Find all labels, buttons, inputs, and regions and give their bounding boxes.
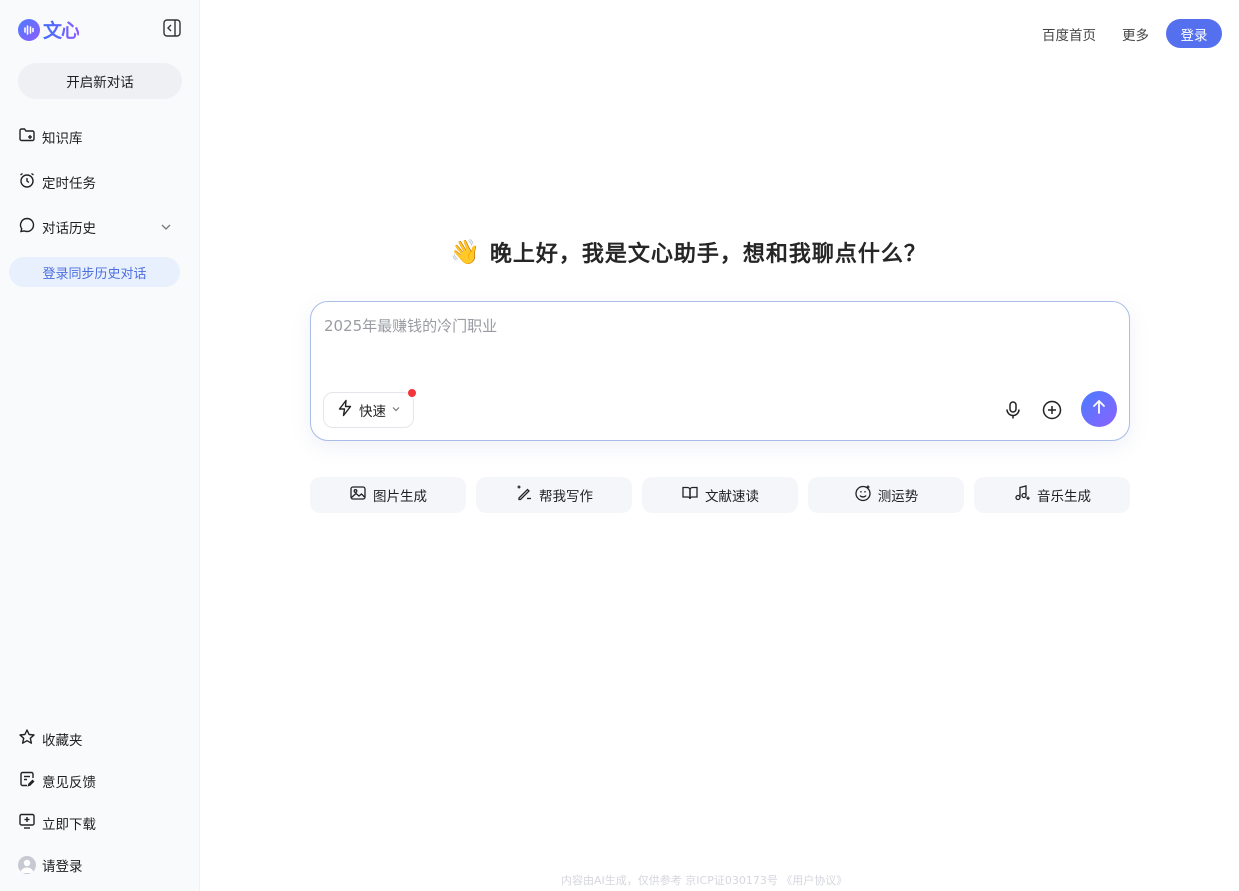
new-chat-button[interactable]: 开启新对话 [18,63,182,99]
baidu-home-link[interactable]: 百度首页 [1042,24,1096,44]
lightning-icon [336,399,354,421]
sidebar-item-label: 立即下载 [42,817,96,833]
notification-dot [408,389,416,397]
pen-sparkle-icon [515,484,533,506]
sidebar-item-label: 对话历史 [42,221,96,237]
book-icon [681,484,699,506]
sync-history-button[interactable]: 登录同步历史对话 [9,257,180,287]
sidebar-item-label: 请登录 [42,859,83,875]
chip-writing-help[interactable]: 帮我写作 [476,477,632,513]
chip-music-generation[interactable]: 音乐生成 [974,477,1130,513]
star-icon [18,728,36,750]
chip-label: 图片生成 [373,489,427,505]
send-button[interactable] [1081,391,1117,427]
sidebar-item-chat-history[interactable]: 对话历史 [18,216,96,238]
microphone-icon[interactable] [1002,399,1024,421]
chip-label: 文献速读 [705,489,759,505]
logo-icon [18,18,40,41]
waving-hand-icon: 👋 [450,238,480,266]
logo[interactable]: 文心 [18,16,80,43]
mode-selector-button[interactable]: 快速 [323,389,416,428]
collapse-sidebar-icon[interactable] [162,18,182,38]
sidebar-item-favorites[interactable]: 收藏夹 [18,728,83,750]
sidebar: 文心 开启新对话 知识库 定时任务 对话历史 登录同步历史对话 收藏夹 意见反馈… [0,0,200,891]
chip-label: 帮我写作 [539,489,593,505]
sidebar-item-label: 意见反馈 [42,775,96,791]
avatar-icon [18,856,36,874]
logo-text: 文心 [43,16,80,43]
chevron-down-icon [391,402,401,418]
feedback-icon [18,770,36,792]
quick-action-chips: 图片生成 帮我写作 文献速读 测运势 音乐生成 [310,477,1130,513]
footer-disclaimer: 内容由AI生成，仅供参考 京ICP证030173号 《用户协议》 [561,874,848,887]
sidebar-item-label: 收藏夹 [42,733,83,749]
fortune-face-icon [854,484,872,506]
login-button[interactable]: 登录 [1166,19,1222,48]
sidebar-item-download[interactable]: 立即下载 [18,812,96,834]
more-link[interactable]: 更多 [1122,24,1149,44]
sidebar-item-login[interactable]: 请登录 [18,854,83,876]
folder-plus-icon [18,126,36,148]
chip-fortune[interactable]: 测运势 [808,477,964,513]
greeting-text: 晚上好，我是文心助手，想和我聊点什么？ [489,242,927,267]
sidebar-item-knowledge-base[interactable]: 知识库 [18,126,83,148]
image-icon [349,484,367,506]
chip-label: 测运势 [877,489,919,505]
chip-literature-reading[interactable]: 文献速读 [642,477,798,513]
sidebar-item-label: 定时任务 [42,176,96,192]
chat-input-placeholder[interactable]: 2025年最赚钱的冷门职业 [324,315,497,336]
mode-label: 快速 [359,404,386,420]
sidebar-item-scheduled-tasks[interactable]: 定时任务 [18,171,96,193]
chip-image-generation[interactable]: 图片生成 [310,477,466,513]
sidebar-item-feedback[interactable]: 意见反馈 [18,770,96,792]
chat-input-box[interactable]: 2025年最赚钱的冷门职业 快速 [310,301,1130,441]
arrow-up-icon [1090,398,1108,420]
chip-label: 音乐生成 [1037,489,1091,505]
download-monitor-icon [18,812,36,834]
alarm-clock-icon [18,171,36,193]
music-note-icon [1013,484,1031,506]
chat-bubble-icon [18,216,36,238]
greeting: 👋 晚上好，我是文心助手，想和我聊点什么？ [450,236,927,268]
sidebar-item-label: 知识库 [42,131,83,147]
add-circle-icon[interactable] [1041,399,1063,421]
chevron-down-icon[interactable] [159,219,173,233]
